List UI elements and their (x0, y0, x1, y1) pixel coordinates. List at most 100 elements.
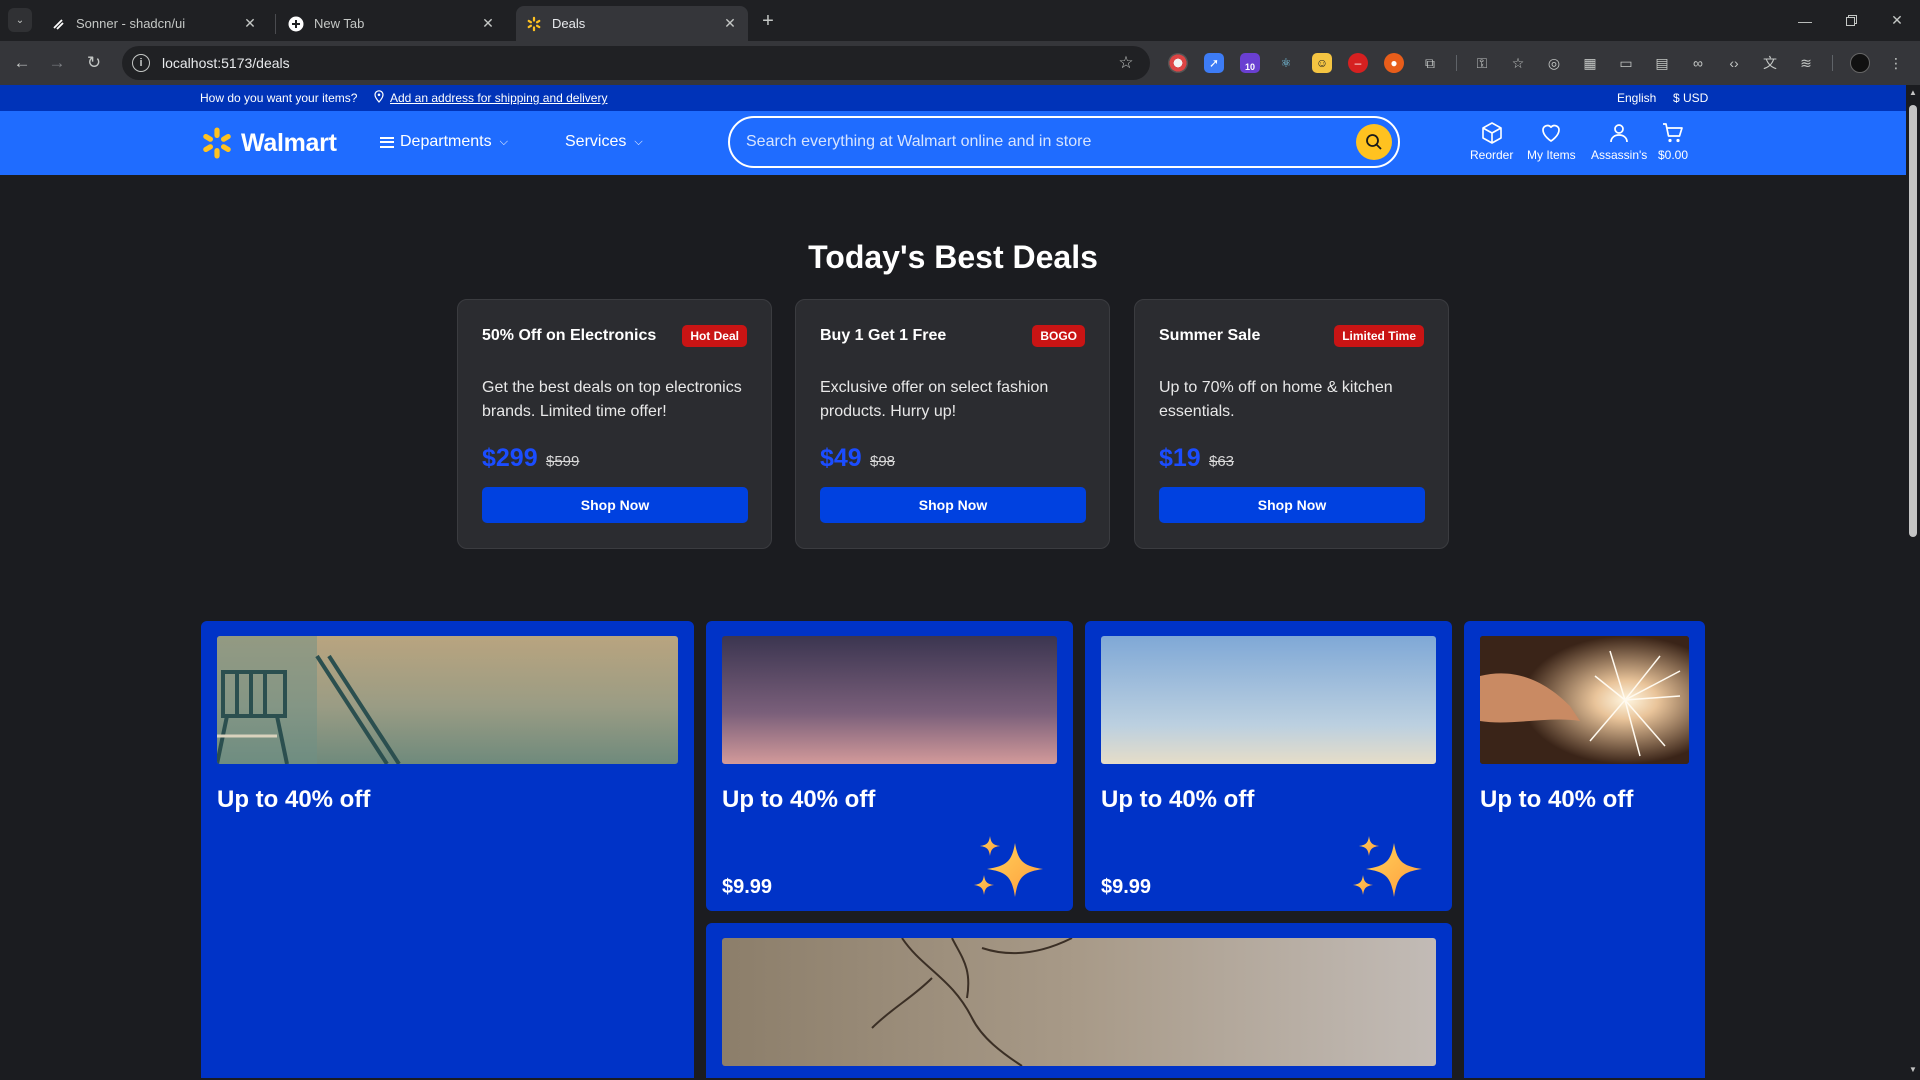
sparkles-icon (974, 836, 1043, 897)
shop-now-button[interactable]: Shop Now (820, 487, 1086, 523)
reading-mode-icon[interactable]: ▭ (1616, 53, 1636, 73)
deal-badge: Limited Time (1334, 325, 1424, 347)
extension-fox-icon[interactable]: ● (1384, 53, 1404, 73)
promo-card[interactable] (706, 923, 1452, 1078)
language-selector[interactable]: English (1617, 91, 1656, 105)
cart-icon (1663, 123, 1683, 143)
site-info-icon[interactable]: i (132, 54, 150, 72)
password-key-icon[interactable]: ⚿ (1472, 53, 1492, 73)
url-text[interactable]: localhost:5173/deals (162, 55, 1116, 71)
promo-price: $9.99 (1101, 876, 1152, 898)
promo-card[interactable]: Up to 40% off $9.99 (706, 621, 1073, 911)
tab-close-icon[interactable]: ✕ (722, 15, 738, 32)
tab-close-icon[interactable]: ✕ (480, 15, 496, 32)
currency-selector[interactable]: $ USD (1673, 91, 1708, 105)
window-close-icon[interactable]: ✕ (1874, 0, 1920, 41)
promo-title: Up to 40% off (1480, 786, 1634, 813)
qr-code-icon[interactable]: ▦ (1580, 53, 1600, 73)
account-button[interactable]: Assassin's (1591, 121, 1647, 162)
promo-card[interactable]: Up to 40% off (1464, 621, 1705, 1078)
react-devtools-icon[interactable]: ⚛ (1276, 53, 1296, 73)
departments-menu[interactable]: Departments ⌵ (380, 133, 508, 151)
profile-avatar[interactable] (1850, 53, 1870, 73)
link-icon[interactable]: ∞ (1688, 53, 1708, 73)
search-button[interactable] (1356, 124, 1392, 160)
deal-description: Up to 70% off on home & kitchen essentia… (1159, 379, 1393, 420)
extension-badge-icon[interactable]: 10 (1240, 53, 1260, 73)
promo-card[interactable]: Up to 40% off (201, 621, 694, 1078)
bookmark-star-icon[interactable]: ☆ (1116, 53, 1136, 73)
chevron-down-icon: ⌵ (499, 135, 508, 148)
translate-icon[interactable]: 文 (1760, 53, 1780, 73)
screenshot-icon[interactable]: ◎ (1544, 53, 1564, 73)
browser-tab-bar: ⌄ Sonner - shadcn/ui ✕ New Tab ✕ Deals ✕… (0, 0, 1920, 41)
add-address-link[interactable]: Add an address for shipping and delivery (390, 91, 607, 105)
tab-search-chevron-icon[interactable]: ⌄ (8, 8, 32, 32)
tab-close-icon[interactable]: ✕ (242, 15, 258, 32)
back-arrow-icon[interactable]: ← (10, 51, 34, 75)
extensions-puzzle-icon[interactable]: ⧉ (1420, 53, 1440, 73)
promo-title: Up to 40% off (217, 786, 371, 813)
side-panel-icon[interactable]: ▤ (1652, 53, 1672, 73)
kebab-menu-icon[interactable]: ⋮ (1886, 53, 1906, 73)
search-icon (1366, 134, 1382, 150)
deal-title: 50% Off on Electronics (482, 327, 657, 344)
walmart-spark-icon (203, 127, 231, 159)
shop-now-button[interactable]: Shop Now (482, 487, 748, 523)
walmart-spark-icon (526, 16, 542, 32)
deal-card: 50% Off on Electronics Hot Deal Get the … (457, 299, 772, 549)
reload-icon[interactable]: ↻ (82, 51, 106, 75)
deal-description: Get the best deals on top electronics br… (482, 379, 742, 420)
walmart-logo[interactable]: Walmart (200, 126, 337, 160)
location-pin-icon (374, 90, 384, 106)
deal-title: Buy 1 Get 1 Free (820, 327, 947, 344)
extension-face-icon[interactable]: ☺ (1312, 53, 1332, 73)
cart-button[interactable]: $0.00 (1658, 121, 1688, 162)
new-tab-plus-icon[interactable]: + (756, 9, 780, 33)
page-viewport: How do you want your items? Add an addre… (0, 85, 1906, 1078)
cast-icon[interactable]: ≋ (1796, 53, 1816, 73)
deal-price: $299 (482, 444, 538, 472)
departments-label: Departments (400, 133, 492, 150)
delivery-strip: How do you want your items? Add an addre… (0, 85, 1906, 111)
sparkles-icon (1353, 836, 1422, 897)
chevron-down-icon: ⌵ (634, 135, 643, 148)
tab-sonner[interactable]: Sonner - shadcn/ui ✕ (40, 6, 268, 41)
scroll-down-arrow-icon[interactable]: ▼ (1909, 1065, 1917, 1074)
extension-block-icon[interactable]: – (1348, 53, 1368, 73)
services-menu[interactable]: Services ⌵ (565, 133, 643, 151)
browser-toolbar: ← → ↻ i localhost:5173/deals ☆ ➚ 10 ⚛ ☺ … (0, 41, 1920, 85)
scroll-up-arrow-icon[interactable]: ▲ (1909, 88, 1917, 97)
deal-original-price: $599 (546, 453, 580, 470)
clear-sky-photo (1101, 636, 1436, 764)
restore-icon[interactable] (1828, 0, 1874, 41)
tab-divider (275, 14, 276, 34)
code-icon[interactable]: ‹› (1724, 53, 1744, 73)
deal-price: $49 (820, 444, 862, 472)
minimize-icon[interactable]: — (1782, 0, 1828, 41)
forward-arrow-icon[interactable]: → (45, 51, 69, 75)
cart-total: $0.00 (1658, 148, 1689, 162)
page-scrollbar[interactable]: ▲ ▼ (1906, 85, 1920, 1078)
hamburger-icon (380, 136, 394, 148)
favorites-icon[interactable]: ☆ (1508, 53, 1528, 73)
extension-rocket-icon[interactable]: ➚ (1204, 53, 1224, 73)
my-items-label: My Items (1527, 148, 1576, 162)
reorder-button[interactable]: Reorder (1470, 121, 1513, 162)
search-input[interactable] (730, 133, 1356, 151)
services-label: Services (565, 133, 627, 150)
scrollbar-thumb[interactable] (1909, 105, 1917, 537)
deal-description: Exclusive offer on select fashion produc… (820, 379, 1049, 420)
tab-new-tab[interactable]: New Tab ✕ (278, 6, 506, 41)
deal-card: Summer Sale Limited Time Up to 70% off o… (1134, 299, 1449, 549)
tab-title: Sonner - shadcn/ui (76, 16, 186, 31)
deal-card: Buy 1 Get 1 Free BOGO Exclusive offer on… (795, 299, 1110, 549)
address-bar[interactable]: i localhost:5173/deals ☆ (122, 46, 1150, 80)
extension-color-icon[interactable] (1168, 53, 1188, 73)
delivery-question: How do you want your items? (200, 91, 358, 105)
shop-now-button[interactable]: Shop Now (1159, 487, 1425, 523)
tab-deals[interactable]: Deals ✕ (516, 6, 748, 41)
promo-card[interactable]: Up to 40% off $9.99 (1085, 621, 1452, 911)
lifeguard-tower-photo (217, 636, 678, 764)
my-items-button[interactable]: My Items (1527, 121, 1576, 162)
